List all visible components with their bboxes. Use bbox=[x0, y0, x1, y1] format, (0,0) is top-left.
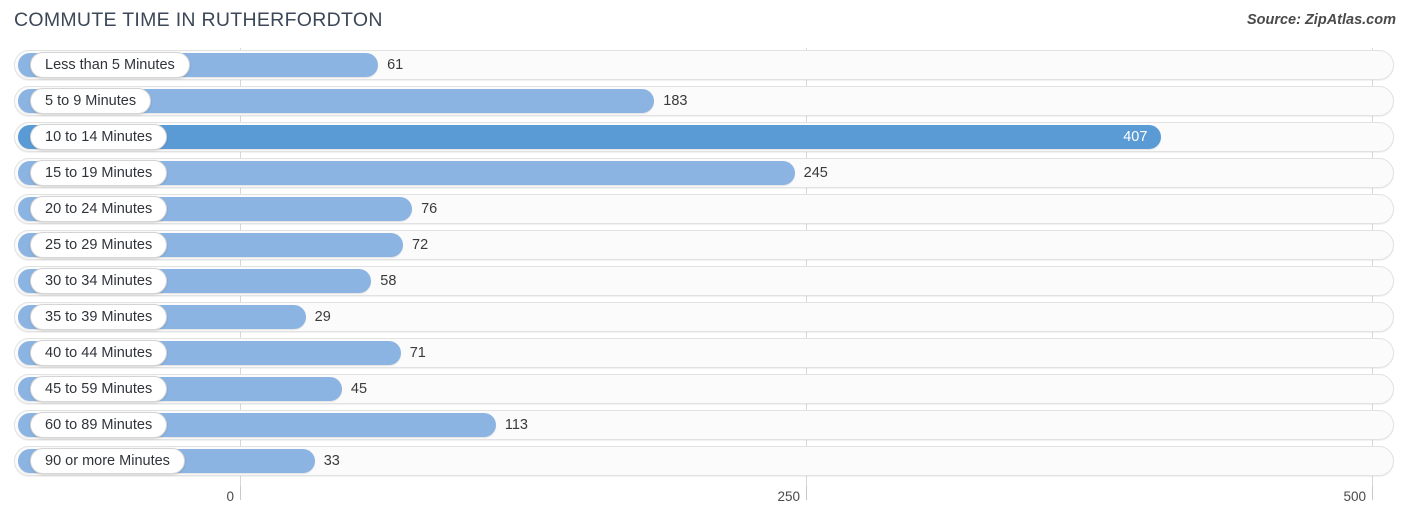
bar-value-label: 29 bbox=[314, 309, 331, 325]
bar-row[interactable]: 20 to 24 Minutes 76 bbox=[0, 194, 1406, 224]
category-label-pill: Less than 5 Minutes bbox=[30, 52, 190, 78]
bar-value-label: 58 bbox=[380, 273, 397, 289]
bar-row[interactable]: 30 to 34 Minutes 58 bbox=[0, 266, 1406, 296]
category-label: 40 to 44 Minutes bbox=[45, 344, 153, 361]
bar-row[interactable]: 15 to 19 Minutes 245 bbox=[0, 158, 1406, 188]
category-label-pill: 35 to 39 Minutes bbox=[30, 304, 168, 330]
axis-tick-label: 500 bbox=[1343, 489, 1366, 504]
category-label: 45 to 59 Minutes bbox=[45, 380, 153, 397]
bar-value-label: 407 bbox=[1123, 129, 1148, 145]
category-label: 35 to 39 Minutes bbox=[45, 308, 153, 325]
x-axis: 0 250 500 bbox=[0, 486, 1406, 522]
category-label: 90 or more Minutes bbox=[45, 452, 170, 469]
bar-row[interactable]: 10 to 14 Minutes 407 bbox=[0, 122, 1406, 152]
category-label: 25 to 29 Minutes bbox=[45, 236, 153, 253]
bar-value-label: 183 bbox=[663, 93, 688, 109]
category-label-pill: 10 to 14 Minutes bbox=[30, 124, 168, 150]
category-label-pill: 60 to 89 Minutes bbox=[30, 412, 168, 438]
category-label: 10 to 14 Minutes bbox=[45, 128, 153, 145]
bar-value-label: 61 bbox=[387, 57, 404, 73]
bar-row[interactable]: 45 to 59 Minutes 45 bbox=[0, 374, 1406, 404]
bar-value-label: 245 bbox=[803, 165, 828, 181]
axis-tick-mark bbox=[240, 486, 241, 500]
chart-plot-area: Less than 5 Minutes 61 5 to 9 Minutes 183 10… bbox=[0, 48, 1406, 486]
category-label: 20 to 24 Minutes bbox=[45, 200, 153, 217]
bar-row[interactable]: Less than 5 Minutes 61 bbox=[0, 50, 1406, 80]
category-label-pill: 25 to 29 Minutes bbox=[30, 232, 168, 258]
bar-row[interactable]: 5 to 9 Minutes 183 bbox=[0, 86, 1406, 116]
category-label: 30 to 34 Minutes bbox=[45, 272, 153, 289]
bar-value-label: 113 bbox=[504, 417, 528, 433]
axis-tick-mark bbox=[806, 486, 807, 500]
bar-value-label: 76 bbox=[421, 201, 438, 217]
bar-row[interactable]: 60 to 89 Minutes 113 bbox=[0, 410, 1406, 440]
bar-row[interactable]: 35 to 39 Minutes 29 bbox=[0, 302, 1406, 332]
axis-tick-mark bbox=[1372, 486, 1373, 500]
source-attribution: Source: ZipAtlas.com bbox=[1246, 12, 1396, 28]
category-label-pill: 30 to 34 Minutes bbox=[30, 268, 168, 294]
category-label: 60 to 89 Minutes bbox=[45, 416, 153, 433]
bar-row[interactable]: 90 or more Minutes 33 bbox=[0, 446, 1406, 476]
category-label: 5 to 9 Minutes bbox=[45, 92, 137, 109]
category-label-pill: 5 to 9 Minutes bbox=[30, 88, 152, 114]
bar-row[interactable]: 25 to 29 Minutes 72 bbox=[0, 230, 1406, 260]
category-label-pill: 90 or more Minutes bbox=[30, 448, 185, 474]
bar-row[interactable]: 40 to 44 Minutes 71 bbox=[0, 338, 1406, 368]
category-label-pill: 15 to 19 Minutes bbox=[30, 160, 168, 186]
bar-value-label: 33 bbox=[323, 453, 340, 469]
category-label: Less than 5 Minutes bbox=[45, 56, 175, 73]
category-label: 15 to 19 Minutes bbox=[45, 164, 153, 181]
axis-tick-label: 250 bbox=[777, 489, 800, 504]
category-label-pill: 40 to 44 Minutes bbox=[30, 340, 168, 366]
chart-header: COMMUTE TIME IN RUTHERFORDTON Source: Zi… bbox=[0, 0, 1406, 44]
page-title: COMMUTE TIME IN RUTHERFORDTON bbox=[14, 9, 383, 31]
category-label-pill: 45 to 59 Minutes bbox=[30, 376, 168, 402]
bar-value-label: 71 bbox=[409, 345, 426, 361]
category-label-pill: 20 to 24 Minutes bbox=[30, 196, 168, 222]
bar[interactable] bbox=[18, 125, 1162, 149]
axis-tick-label: 0 bbox=[226, 489, 234, 504]
bar-value-label: 72 bbox=[412, 237, 429, 253]
bar-value-label: 45 bbox=[350, 381, 368, 397]
